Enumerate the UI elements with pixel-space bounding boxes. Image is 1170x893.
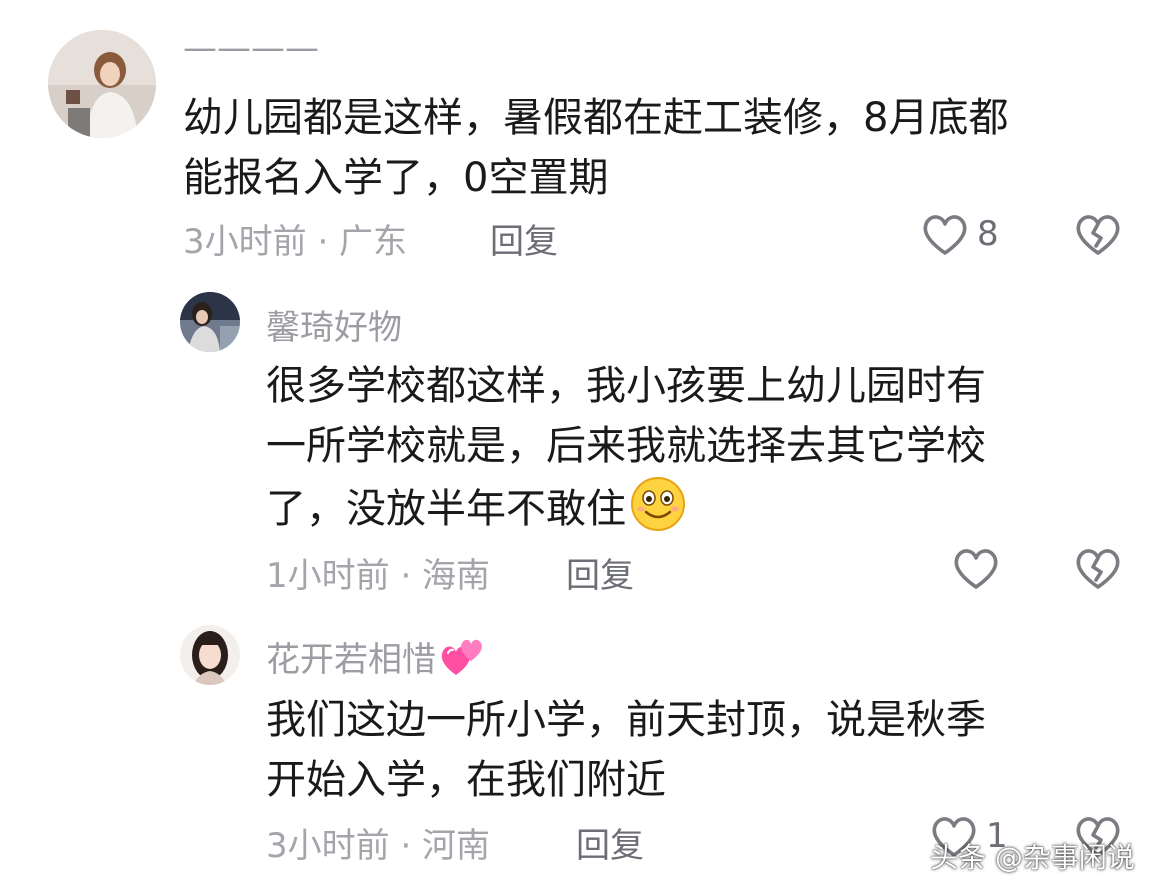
username[interactable]: 花开若相惜 — [266, 640, 436, 680]
broken-heart-icon[interactable] — [1074, 547, 1122, 591]
avatar[interactable] — [180, 292, 240, 352]
comment-text: 幼儿园都是这样，暑假都在赶工装修，8月底都 能报名入学了，0空置期 — [183, 88, 1008, 208]
comment-line: 一所学校就是，后来我就选择去其它学校 — [266, 423, 986, 469]
two-hearts-icon — [440, 637, 486, 679]
time-location: 3小时前 · 广东 — [183, 222, 408, 262]
username-row: 花开若相惜 — [266, 632, 486, 681]
reply-button[interactable]: 回复 — [566, 548, 634, 597]
watermark: 头条 @杂事闲说 — [930, 841, 1135, 874]
heart-outline-icon[interactable] — [952, 547, 1000, 591]
username[interactable]: ———— — [183, 28, 319, 68]
reply-button[interactable]: 回复 — [490, 214, 558, 263]
comment-line: 很多学校都这样，我小孩要上幼儿园时有 — [266, 363, 986, 409]
username[interactable]: 馨琦好物 — [266, 300, 402, 349]
smile-emoji-icon — [630, 476, 686, 532]
like-count: 8 — [977, 214, 999, 254]
comment-text: 我们这边一所小学，前天封顶，说是秋季 开始入学，在我们附近 — [266, 690, 986, 810]
comment-line: 了，没放半年不敢住 — [266, 476, 986, 539]
time-location: 3小时前 · 河南 — [266, 826, 491, 866]
comment-line: 幼儿园都是这样，暑假都在赶工装修，8月底都 — [183, 95, 1009, 141]
comment-text: 很多学校都这样，我小孩要上幼儿园时有 一所学校就是，后来我就选择去其它学校 了，… — [266, 356, 986, 539]
avatar[interactable] — [48, 30, 156, 138]
comment-line: 开始入学，在我们附近 — [266, 757, 666, 803]
reply-button[interactable]: 回复 — [576, 818, 644, 867]
time-location: 1小时前 · 海南 — [266, 556, 491, 596]
heart-outline-icon[interactable] — [921, 213, 969, 257]
broken-heart-icon[interactable] — [1074, 213, 1122, 257]
comment-line: 我们这边一所小学，前天封顶，说是秋季 — [266, 697, 986, 743]
avatar[interactable] — [180, 625, 240, 685]
comment-line: 能报名入学了，0空置期 — [183, 155, 609, 201]
